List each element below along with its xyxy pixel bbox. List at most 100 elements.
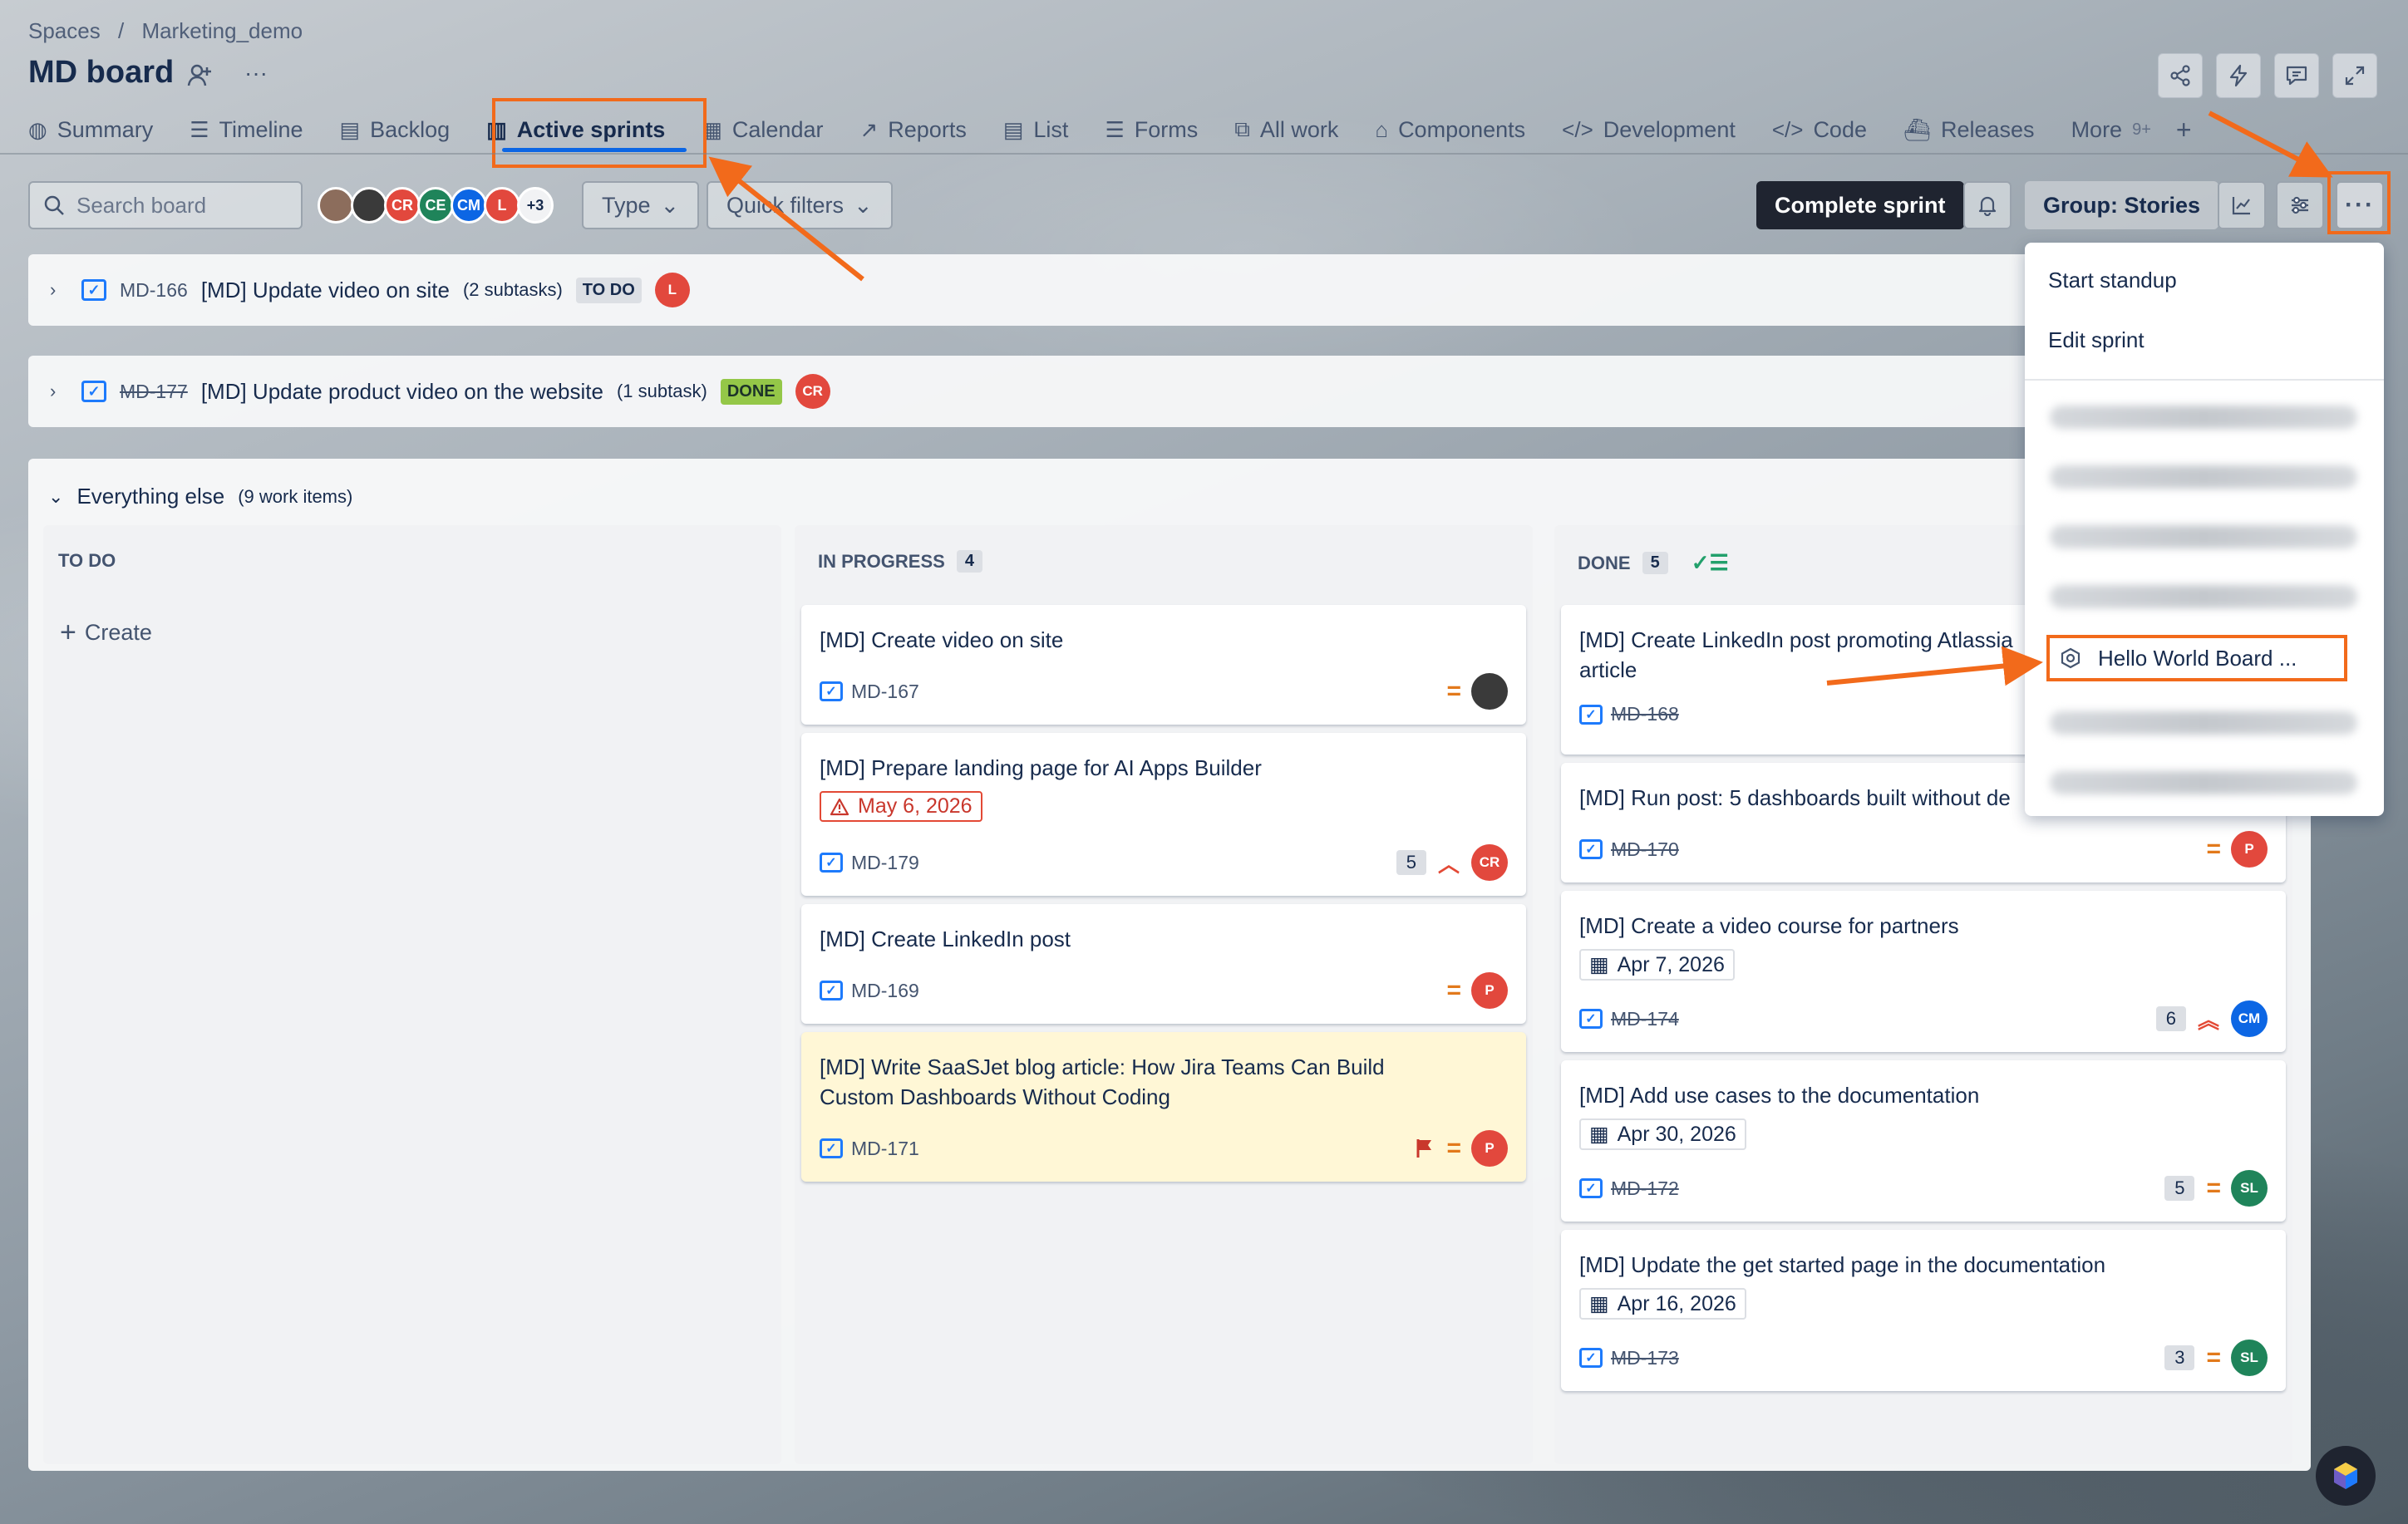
tab-all-work[interactable]: ⧉ All work xyxy=(1234,113,1338,146)
avatar[interactable]: SL xyxy=(2231,1340,2268,1376)
menu-item-start-standup[interactable]: Start standup xyxy=(2048,268,2177,293)
story-checkbox-icon: ✓ xyxy=(1579,1009,1603,1029)
issue-key[interactable]: MD-167 xyxy=(851,681,919,703)
issue-title[interactable]: [MD] Update product video on the website xyxy=(201,379,603,405)
avatar-more[interactable]: +3 xyxy=(517,187,554,224)
blurred-menu-item[interactable] xyxy=(2050,465,2357,489)
issue-key[interactable]: MD-173 xyxy=(1611,1347,1679,1369)
share-icon[interactable] xyxy=(2158,53,2203,98)
issue-card[interactable]: [MD] Update the get started page in the … xyxy=(1561,1230,2286,1391)
create-button[interactable]: + Create xyxy=(60,617,152,649)
avatar[interactable] xyxy=(318,187,354,224)
issue-key[interactable]: MD-170 xyxy=(1611,838,1679,861)
annotation-highlight-menu-item xyxy=(2046,635,2347,681)
everything-else-header[interactable]: ⌄ Everything else (9 work items) xyxy=(48,484,352,509)
chart-icon: ↗ xyxy=(859,116,879,142)
floating-assistant-button[interactable] xyxy=(2316,1446,2376,1506)
tab-code[interactable]: </> Code xyxy=(1772,113,1867,146)
tab-timeline[interactable]: ☰ Timeline xyxy=(190,113,303,146)
avatar[interactable]: CR xyxy=(384,187,421,224)
blurred-menu-item[interactable] xyxy=(2050,711,2357,735)
avatar[interactable]: CM xyxy=(451,187,487,224)
avatar[interactable]: L xyxy=(484,187,520,224)
avatar[interactable] xyxy=(351,187,387,224)
annotation-highlight-more xyxy=(2327,171,2391,234)
issue-key[interactable]: MD-179 xyxy=(851,852,919,874)
issue-key[interactable]: MD-166 xyxy=(120,279,188,302)
tab-calendar[interactable]: ▦ Calendar xyxy=(702,113,823,146)
issue-card[interactable]: [MD] Create LinkedIn post ✓ MD-169 = P xyxy=(801,904,1526,1024)
card-title: [MD] Update the get started page in the … xyxy=(1579,1252,2106,1277)
swimlane-md-177[interactable]: › ✓ MD-177 [MD] Update product video on … xyxy=(28,356,2306,427)
issue-card[interactable]: [MD] Create video on site ✓ MD-167 = xyxy=(801,605,1526,725)
chevron-right-icon[interactable]: › xyxy=(50,279,68,301)
insights-icon[interactable] xyxy=(2218,181,2266,229)
tab-summary[interactable]: ◍ Summary xyxy=(28,113,153,146)
avatar[interactable]: P xyxy=(1471,1130,1508,1167)
avatar[interactable]: CR xyxy=(795,374,830,409)
chevron-down-icon[interactable]: ⌄ xyxy=(48,486,63,508)
tab-forms[interactable]: ☰ Forms xyxy=(1105,113,1198,146)
notification-icon[interactable] xyxy=(1963,181,2012,229)
header-divider xyxy=(0,153,2408,155)
avatar[interactable]: SL xyxy=(2231,1170,2268,1207)
quick-filters-dropdown[interactable]: Quick filters ⌄ xyxy=(707,181,893,229)
complete-sprint-button[interactable]: Complete sprint xyxy=(1756,181,1964,229)
avatar[interactable]: P xyxy=(2231,831,2268,868)
tab-reports[interactable]: ↗ Reports xyxy=(859,113,966,146)
issue-key[interactable]: MD-168 xyxy=(1611,703,1679,725)
avatar[interactable]: L xyxy=(654,273,690,307)
issue-card[interactable]: [MD] Add use cases to the documentation … xyxy=(1561,1060,2286,1222)
more-actions-icon[interactable]: ··· xyxy=(238,55,274,91)
priority-medium-icon: = xyxy=(2206,1344,2220,1371)
blurred-menu-item[interactable] xyxy=(2050,525,2357,548)
view-settings-icon[interactable] xyxy=(2276,181,2324,229)
tab-components[interactable]: ⌂ Components xyxy=(1375,113,1525,146)
issue-key[interactable]: MD-169 xyxy=(851,980,919,1002)
issue-key[interactable]: MD-174 xyxy=(1611,1008,1679,1030)
search-icon xyxy=(44,195,64,215)
column-header: DONE 5 ✓☰ xyxy=(1578,550,1729,576)
issue-card[interactable]: [MD] Prepare landing page for AI Apps Bu… xyxy=(801,733,1526,896)
avatar[interactable]: P xyxy=(1471,972,1508,1009)
add-people-icon[interactable] xyxy=(181,57,218,93)
date-badge: ▦ Apr 7, 2026 xyxy=(1579,949,1735,981)
search-input[interactable]: Search board xyxy=(28,181,303,229)
tab-backlog[interactable]: ▤ Backlog xyxy=(340,113,451,146)
story-points: 3 xyxy=(2164,1345,2195,1370)
fullscreen-icon[interactable] xyxy=(2332,53,2377,98)
chevron-right-icon[interactable]: › xyxy=(50,381,68,402)
swimlane-md-166[interactable]: › ✓ MD-166 [MD] Update video on site (2 … xyxy=(28,254,2306,326)
issue-card[interactable]: [MD] Create a video course for partners … xyxy=(1561,891,2286,1052)
tab-releases[interactable]: ⛴ Releases xyxy=(1903,113,2035,146)
breadcrumb-spaces[interactable]: Spaces xyxy=(28,18,101,43)
avatar[interactable]: CM xyxy=(2231,1000,2268,1037)
annotation-highlight-tab xyxy=(492,98,707,168)
status-badge: DONE xyxy=(720,378,782,405)
blurred-menu-item[interactable] xyxy=(2050,406,2357,429)
tab-more[interactable]: More 9+ + xyxy=(2071,113,2192,146)
priority-high-icon: ︿ xyxy=(1437,851,1460,877)
blurred-menu-item[interactable] xyxy=(2050,771,2357,794)
issue-title[interactable]: [MD] Update video on site xyxy=(201,278,450,303)
avatar[interactable]: CE xyxy=(417,187,454,224)
avatar[interactable] xyxy=(1471,673,1508,710)
avatar[interactable]: CR xyxy=(1471,844,1508,881)
issue-key[interactable]: MD-172 xyxy=(1611,1177,1679,1200)
tab-list[interactable]: ▤ List xyxy=(1003,113,1069,146)
blurred-menu-item[interactable] xyxy=(2050,585,2357,608)
issue-key[interactable]: MD-177 xyxy=(120,381,188,403)
group-by-button[interactable]: Group: Stories xyxy=(2025,181,2219,229)
issue-card-flagged[interactable]: [MD] Write SaaSJet blog article: How Jir… xyxy=(801,1032,1526,1182)
menu-item-edit-sprint[interactable]: Edit sprint xyxy=(2048,327,2145,353)
breadcrumb-project[interactable]: Marketing_demo xyxy=(141,18,303,43)
story-points: 5 xyxy=(1396,850,1426,875)
warning-icon xyxy=(830,798,849,815)
issue-key[interactable]: MD-171 xyxy=(851,1138,919,1160)
type-filter-dropdown[interactable]: Type ⌄ xyxy=(582,181,700,229)
feedback-icon[interactable] xyxy=(2274,53,2319,98)
tab-development[interactable]: </> Development xyxy=(1562,113,1736,146)
automation-icon[interactable] xyxy=(2216,53,2261,98)
add-tab-icon[interactable]: + xyxy=(2176,115,2192,145)
group-count: (9 work items) xyxy=(238,485,353,507)
